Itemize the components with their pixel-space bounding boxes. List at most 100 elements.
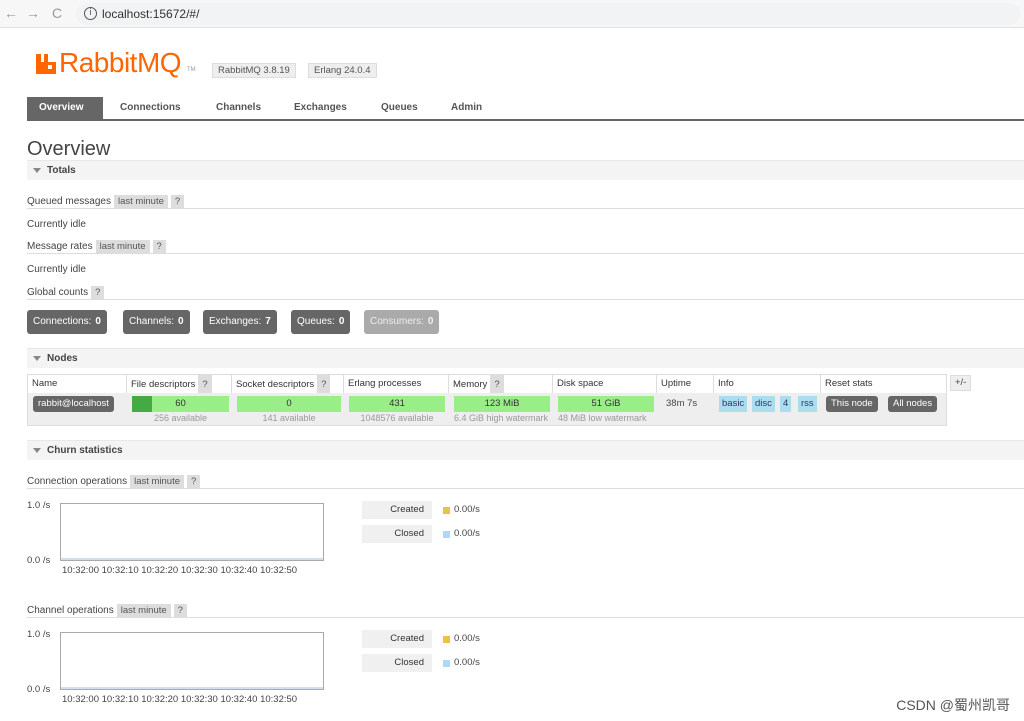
count-value: 0 xyxy=(338,316,345,327)
col-label: File descriptors xyxy=(131,379,196,390)
info-tag-count: 4 xyxy=(780,396,792,412)
site-info-icon[interactable]: i xyxy=(84,7,97,20)
logo-wordmark: RabbitMQ xyxy=(59,47,182,78)
tab-channels[interactable]: Channels xyxy=(204,97,273,119)
node-name-link[interactable]: rabbit@localhost xyxy=(33,396,114,412)
erlang-processes-available: 1048576 available xyxy=(360,413,434,423)
help-icon[interactable]: ? xyxy=(198,375,212,395)
chart-series-line xyxy=(61,687,323,689)
browser-toolbar: ← → C i localhost:15672/#/ xyxy=(0,0,1024,28)
queues-count-button[interactable]: Queues: 0 xyxy=(291,310,351,334)
message-rates-label: Message rates xyxy=(27,241,93,252)
connection-operations-label: Connection operations xyxy=(27,476,128,487)
address-bar[interactable]: i localhost:15672/#/ xyxy=(76,3,1020,25)
legend-label: Closed xyxy=(362,525,432,543)
tab-connections[interactable]: Connections xyxy=(108,97,193,119)
message-rates-range-pill[interactable]: last minute xyxy=(95,240,150,253)
help-icon[interactable]: ? xyxy=(317,375,331,395)
queued-messages-label: Queued messages xyxy=(27,196,111,207)
main-tabs: Overview Connections Channels Exchanges … xyxy=(27,97,1024,121)
count-label: Queues: xyxy=(297,316,335,327)
global-counts-help-icon[interactable]: ? xyxy=(91,286,105,299)
connection-operations-range-pill[interactable]: last minute xyxy=(130,475,185,488)
global-counts-label: Global counts xyxy=(27,287,89,298)
rabbitmq-logo-icon xyxy=(36,54,56,74)
legend-swatch xyxy=(443,636,450,643)
tab-overview[interactable]: Overview xyxy=(27,97,103,119)
count-value: 7 xyxy=(265,316,271,327)
tab-exchanges[interactable]: Exchanges xyxy=(282,97,359,119)
memory-bar: 123 MiB xyxy=(454,396,550,412)
y-axis-bottom-label: 0.0 /s xyxy=(27,684,51,695)
col-name: Name xyxy=(28,375,127,393)
col-info: Info xyxy=(714,375,821,393)
collapse-triangle-icon xyxy=(33,356,41,361)
message-rates-row: Message rates last minute? xyxy=(27,240,166,253)
reload-icon[interactable]: C xyxy=(48,4,66,22)
message-rates-help-icon[interactable]: ? xyxy=(152,240,166,253)
memory-watermark: 6.4 GiB high watermark xyxy=(454,413,549,423)
bar-value: 123 MiB xyxy=(484,398,520,409)
columns-toggle-button[interactable]: +/- xyxy=(950,375,972,391)
channel-operations-range-pill[interactable]: last minute xyxy=(116,604,171,617)
col-memory: Memory? xyxy=(449,375,553,395)
channel-operations-label: Channel operations xyxy=(27,605,114,616)
queued-messages-row: Queued messages last minute? xyxy=(27,195,185,208)
col-label: Socket descriptors xyxy=(236,379,315,390)
totals-section-header[interactable]: Totals xyxy=(27,160,1024,180)
channels-count-button[interactable]: Channels: 0 xyxy=(123,310,190,334)
file-descriptors-available: 256 available xyxy=(153,413,208,423)
churn-section-header[interactable]: Churn statistics xyxy=(27,440,1024,460)
connection-operations-row: Connection operations last minute? xyxy=(27,475,201,488)
channel-operations-chart xyxy=(60,632,324,690)
legend-created: Created 0.00/s xyxy=(362,501,486,521)
channel-operations-help-icon[interactable]: ? xyxy=(173,604,187,617)
consumers-count-button[interactable]: Consumers: 0 xyxy=(364,310,440,334)
queued-messages-range-pill[interactable]: last minute xyxy=(113,195,168,208)
legend-closed: Closed 0.00/s xyxy=(362,525,486,545)
legend-value: 0.00/s xyxy=(454,504,480,515)
back-arrow-icon[interactable]: ← xyxy=(2,4,20,22)
info-tag-basic: basic xyxy=(719,396,748,412)
count-value: 0 xyxy=(427,316,434,327)
bar-value: 0 xyxy=(286,398,292,409)
bar-value: 60 xyxy=(175,398,186,409)
divider xyxy=(27,617,1024,618)
divider xyxy=(27,488,1024,489)
nodes-section-title: Nodes xyxy=(47,353,78,364)
bar-value: 431 xyxy=(389,398,405,409)
connections-count-button[interactable]: Connections: 0 xyxy=(27,310,107,334)
exchanges-count-button[interactable]: Exchanges: 7 xyxy=(203,310,277,334)
count-label: Channels: xyxy=(129,316,175,327)
disk-watermark: 48 MiB low watermark xyxy=(558,413,647,423)
disk-space-bar: 51 GiB xyxy=(558,396,654,412)
reset-this-node-button[interactable]: This node xyxy=(826,396,878,412)
forward-arrow-icon[interactable]: → xyxy=(24,4,42,22)
queued-idle-text: Currently idle xyxy=(27,219,86,230)
y-axis-top-label: 1.0 /s xyxy=(27,500,51,511)
col-socket-descriptors: Socket descriptors? xyxy=(232,375,344,395)
rabbitmq-version-badge: RabbitMQ 3.8.19 xyxy=(212,63,296,78)
channel-operations-row: Channel operations last minute? xyxy=(27,604,187,617)
connection-operations-help-icon[interactable]: ? xyxy=(187,475,201,488)
global-counts-row: Global counts? xyxy=(27,286,105,299)
erlang-version-badge: Erlang 24.0.4 xyxy=(308,63,377,78)
legend-label: Created xyxy=(362,630,432,648)
rates-idle-text: Currently idle xyxy=(27,264,86,275)
legend-value: 0.00/s xyxy=(454,633,480,644)
bar-fill xyxy=(132,396,152,412)
url-text[interactable]: localhost:15672/#/ xyxy=(102,7,199,21)
col-erlang-processes: Erlang processes xyxy=(344,375,449,393)
legend-swatch xyxy=(443,531,450,538)
tab-queues[interactable]: Queues xyxy=(369,97,430,119)
count-value: 0 xyxy=(178,316,184,327)
legend-value: 0.00/s xyxy=(454,657,480,668)
legend-created: Created 0.00/s xyxy=(362,630,486,650)
queued-messages-help-icon[interactable]: ? xyxy=(170,195,185,208)
reset-all-nodes-button[interactable]: All nodes xyxy=(888,396,938,412)
y-axis-top-label: 1.0 /s xyxy=(27,629,51,640)
legend-closed: Closed 0.00/s xyxy=(362,654,486,674)
nodes-section-header[interactable]: Nodes xyxy=(27,348,1024,368)
help-icon[interactable]: ? xyxy=(490,375,504,395)
tab-admin[interactable]: Admin xyxy=(439,97,494,119)
